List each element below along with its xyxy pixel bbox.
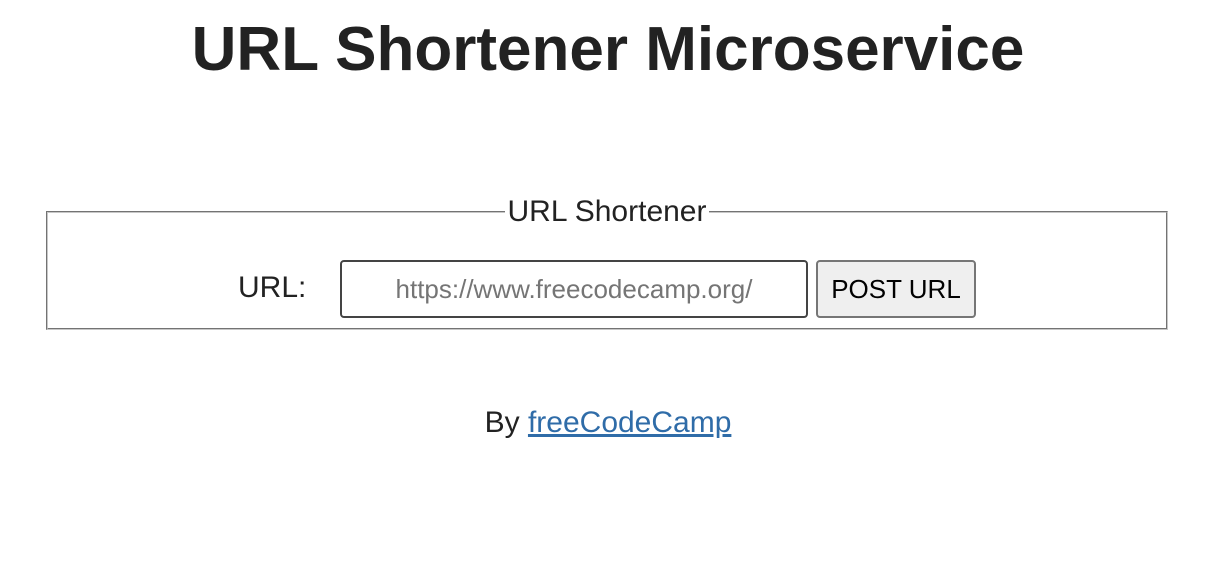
url-label: URL: [238, 271, 307, 304]
post-url-button[interactable]: POST URL [816, 260, 976, 318]
byline: By freeCodeCamp [0, 404, 1216, 442]
url-form-row: URL: POST URL [48, 260, 1166, 318]
fieldset-legend: URL Shortener [507, 195, 707, 228]
page-title: URL Shortener Microservice [191, 15, 1025, 84]
freecodecamp-link[interactable]: freeCodeCamp [528, 406, 731, 439]
url-input[interactable] [340, 260, 808, 318]
byline-prefix: By [484, 406, 528, 439]
url-shortener-fieldset: URL Shortener URL: POST URL [46, 197, 1168, 330]
